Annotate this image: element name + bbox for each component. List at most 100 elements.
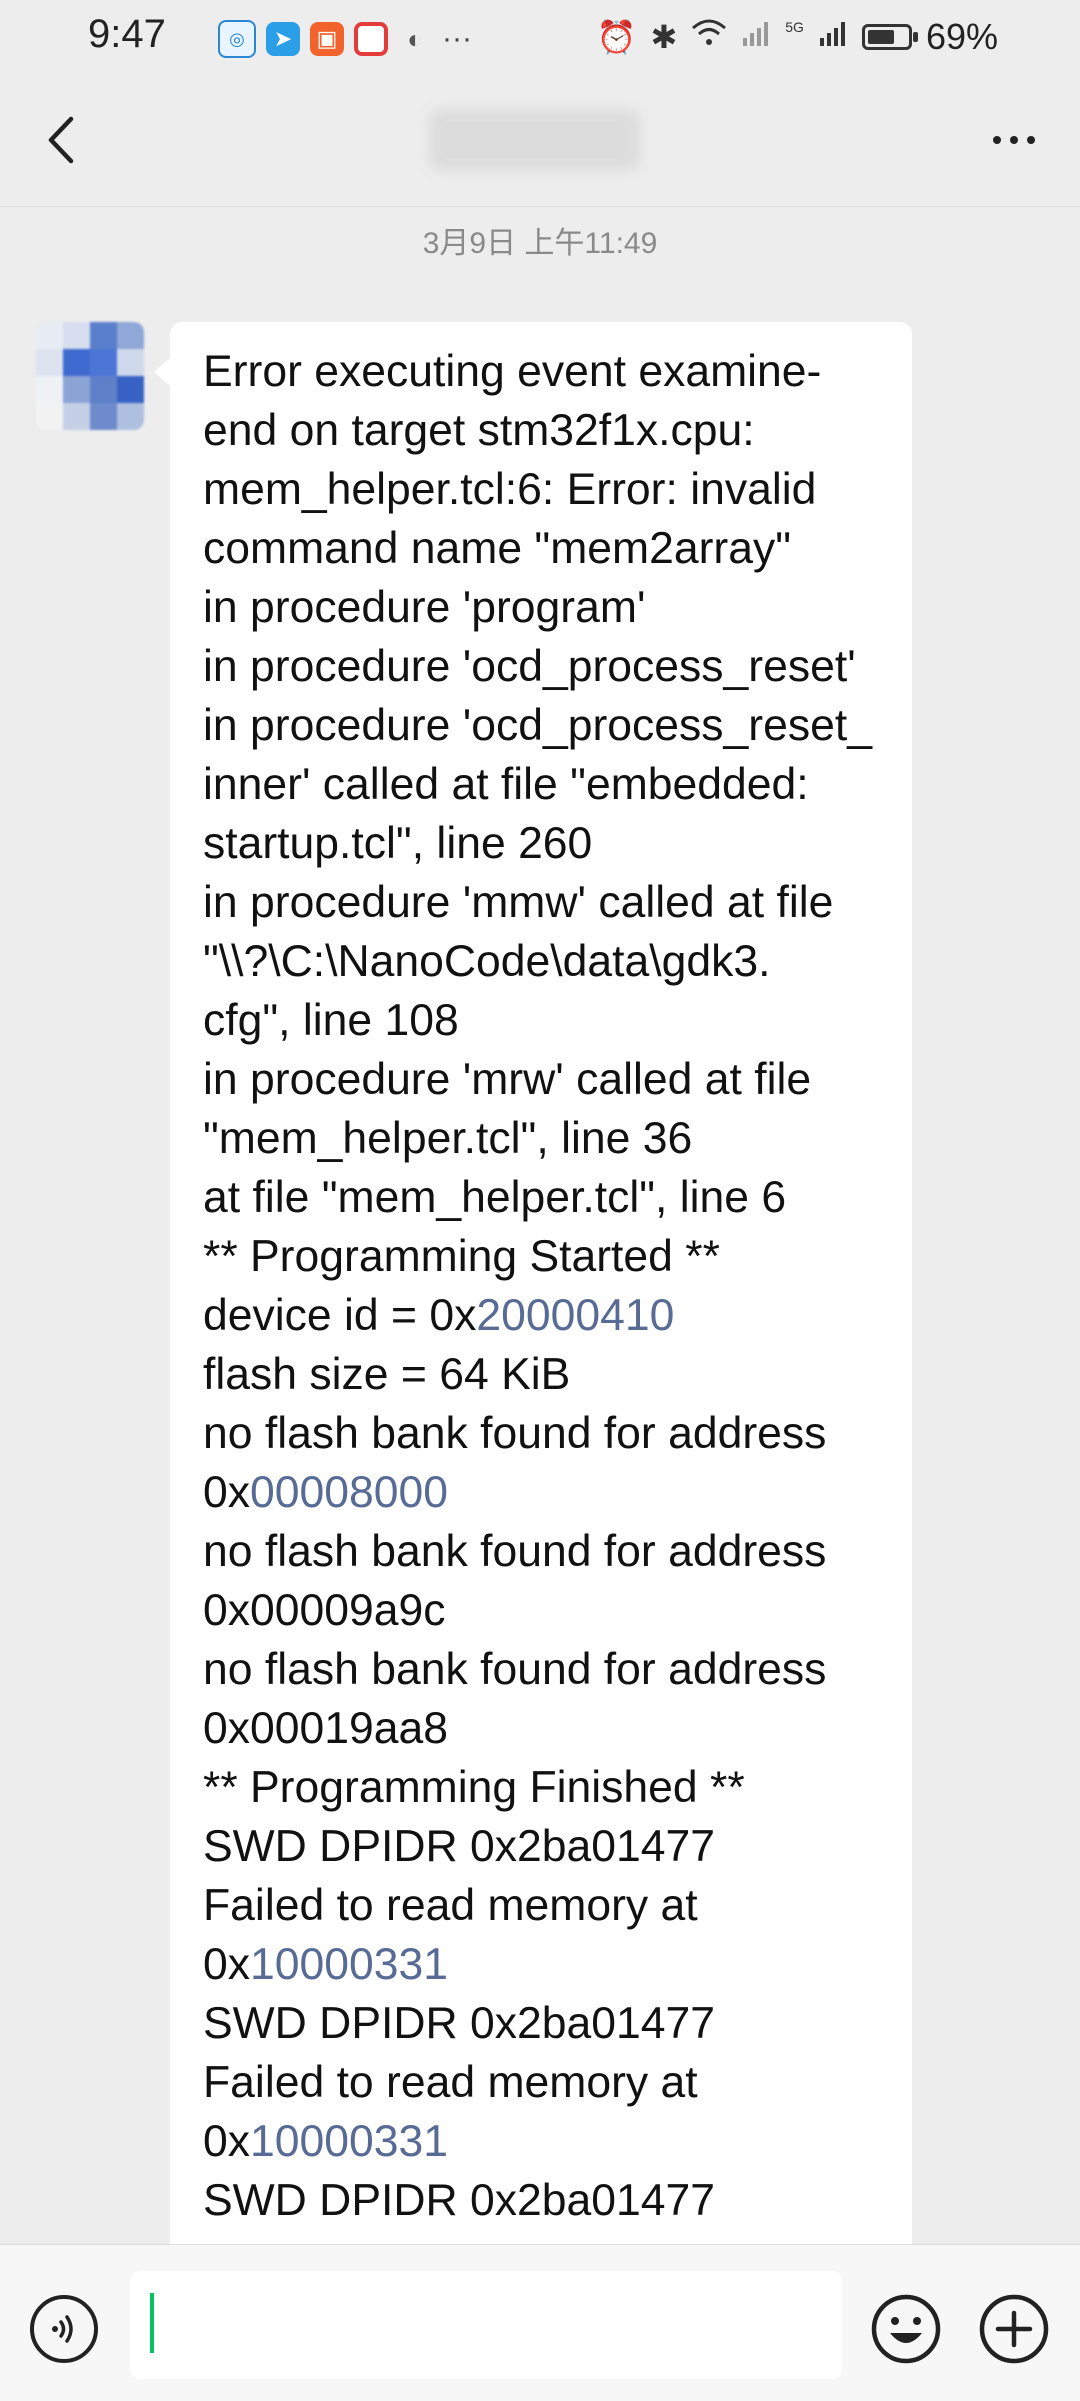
status-time: 9:47 bbox=[88, 12, 166, 56]
message-text-segment: Error executing event examine- bbox=[203, 347, 822, 396]
input-bar bbox=[0, 2244, 1080, 2401]
chat-app-icon: ◎ bbox=[218, 20, 256, 58]
signal-icon-1 bbox=[741, 18, 771, 56]
message-text-segment: in procedure 'mmw' called at file bbox=[203, 878, 834, 927]
avatar[interactable] bbox=[36, 322, 144, 430]
message-line: flash size = 64 KiB bbox=[203, 1345, 882, 1404]
message-line: SWD DPIDR 0x2ba01477 bbox=[203, 2171, 882, 2230]
message-line: Error executing event examine- bbox=[203, 342, 882, 401]
message-text-segment: "mem_helper.tcl", line 36 bbox=[203, 1114, 693, 1163]
message-line: no flash bank found for address bbox=[203, 1404, 882, 1463]
message-text-segment: SWD DPIDR 0x2ba01477 bbox=[203, 1822, 715, 1871]
emoji-button[interactable] bbox=[870, 2293, 942, 2365]
overflow-indicator: ··· bbox=[442, 22, 472, 55]
message-line: Failed to read memory at bbox=[203, 1876, 882, 1935]
signal-icon-2 bbox=[818, 18, 848, 56]
message-text-segment: in procedure 'ocd_process_reset' bbox=[203, 642, 856, 691]
notification-icons: ◎ ➤ ▣ ◐ ··· bbox=[218, 20, 472, 58]
message-text: Error executing event examine-end on tar… bbox=[203, 342, 882, 2230]
message-line: SWD DPIDR 0x2ba01477 bbox=[203, 1817, 882, 1876]
message-text-segment: ** Programming Finished ** bbox=[203, 1763, 745, 1812]
message-text-segment: in procedure 'mrw' called at file bbox=[203, 1055, 812, 1104]
message-line: 0x10000331 bbox=[203, 1935, 882, 1994]
message-line: in procedure 'ocd_process_reset' bbox=[203, 637, 882, 696]
message-text-segment: inner' called at file "embedded: bbox=[203, 760, 809, 809]
message-text-segment: no flash bank found for address bbox=[203, 1409, 827, 1458]
message-line: at file "mem_helper.tcl", line 6 bbox=[203, 1168, 882, 1227]
message-line: command name "mem2array" bbox=[203, 519, 882, 578]
battery-fill bbox=[867, 30, 895, 44]
system-indicators: ⏰ ✱ 5G 69% bbox=[597, 16, 998, 58]
message-text-segment: 0x bbox=[203, 2117, 250, 2166]
message-line: ** Programming Started ** bbox=[203, 1227, 882, 1286]
message-timestamp: 3月9日 上午11:49 bbox=[422, 227, 658, 260]
message-text-segment: command name "mem2array" bbox=[203, 524, 792, 573]
back-button[interactable] bbox=[30, 110, 90, 170]
telegram-icon: ➤ bbox=[266, 22, 300, 56]
message-text-segment: 0x00009a9c bbox=[203, 1586, 446, 1635]
message-text-segment: 0x bbox=[203, 1940, 250, 1989]
more-dots-icon bbox=[993, 136, 1001, 144]
plus-button[interactable] bbox=[978, 2293, 1050, 2365]
message-text-segment: Failed to read memory at bbox=[203, 1881, 698, 1930]
message-text-segment: no flash bank found for address bbox=[203, 1527, 827, 1576]
message-line: in procedure 'program' bbox=[203, 578, 882, 637]
bluetooth-icon: ✱ bbox=[650, 19, 678, 55]
message-input[interactable] bbox=[130, 2271, 842, 2379]
message-text-segment: cfg", line 108 bbox=[203, 996, 459, 1045]
message-line: in procedure 'mmw' called at file bbox=[203, 873, 882, 932]
chat-title bbox=[430, 110, 640, 170]
message-text-segment: SWD DPIDR 0x2ba01477 bbox=[203, 1999, 715, 2048]
message-line: no flash bank found for address bbox=[203, 1640, 882, 1699]
number-link[interactable]: 00008000 bbox=[250, 1468, 448, 1517]
message-line: device id = 0x20000410 bbox=[203, 1286, 882, 1345]
chat-header bbox=[0, 80, 1080, 207]
message-text-segment: in procedure 'program' bbox=[203, 583, 646, 632]
message-line: mem_helper.tcl:6: Error: invalid bbox=[203, 460, 882, 519]
more-button[interactable] bbox=[984, 120, 1044, 160]
message-line: Failed to read memory at bbox=[203, 2053, 882, 2112]
wifi-icon bbox=[691, 18, 727, 56]
emoji-icon bbox=[871, 2294, 941, 2364]
message-line: 0x00008000 bbox=[203, 1463, 882, 1522]
message-text-segment: SWD DPIDR 0x2ba01477 bbox=[203, 2176, 715, 2225]
message-line: "mem_helper.tcl", line 36 bbox=[203, 1109, 882, 1168]
plus-icon bbox=[979, 2294, 1049, 2364]
message-text-segment: in procedure 'ocd_process_reset_ bbox=[203, 701, 872, 750]
shop-app-icon: ▣ bbox=[310, 22, 344, 56]
message-line: SWD DPIDR 0x2ba01477 bbox=[203, 1994, 882, 2053]
more-dot bbox=[1027, 136, 1035, 144]
message-text-segment: flash size = 64 KiB bbox=[203, 1350, 571, 1399]
status-bar: 9:47 ◎ ➤ ▣ ◐ ··· ⏰ ✱ 5G 69% bbox=[0, 0, 1080, 80]
message-line: no flash bank found for address bbox=[203, 1522, 882, 1581]
number-link[interactable]: 20000410 bbox=[476, 1291, 674, 1340]
message-text-segment: Failed to read memory at bbox=[203, 2058, 698, 2107]
message-line: cfg", line 108 bbox=[203, 991, 882, 1050]
voice-button[interactable] bbox=[30, 2295, 98, 2363]
message-bubble[interactable]: Error executing event examine-end on tar… bbox=[154, 322, 912, 2272]
red-app-icon bbox=[354, 22, 388, 56]
message-line: "\\?\C:\NanoCode\data\gdk3. bbox=[203, 932, 882, 991]
more-dot bbox=[1010, 136, 1018, 144]
message-line: in procedure 'ocd_process_reset_ bbox=[203, 696, 882, 755]
message-line: ** Programming Finished ** bbox=[203, 1758, 882, 1817]
message-text-segment: end on target stm32f1x.cpu: bbox=[203, 406, 755, 455]
number-link[interactable]: 10000331 bbox=[250, 2117, 448, 2166]
message-text-segment: 0x bbox=[203, 1468, 250, 1517]
back-chevron-icon bbox=[48, 116, 74, 164]
text-caret bbox=[150, 2293, 154, 2353]
number-link[interactable]: 10000331 bbox=[250, 1940, 448, 1989]
voice-input-icon bbox=[52, 2315, 73, 2343]
message-text-segment: device id = 0x bbox=[203, 1291, 477, 1340]
message-line: end on target stm32f1x.cpu: bbox=[203, 401, 882, 460]
network-type: 5G bbox=[785, 19, 804, 35]
battery-percent: 69% bbox=[925, 16, 998, 57]
message-line: 0x10000331 bbox=[203, 2112, 882, 2171]
message-line: startup.tcl", line 260 bbox=[203, 814, 882, 873]
message-text-segment: mem_helper.tcl:6: Error: invalid bbox=[203, 465, 817, 514]
message-text-segment: "\\?\C:\NanoCode\data\gdk3. bbox=[203, 937, 771, 986]
battery-icon bbox=[861, 24, 918, 50]
message-line: inner' called at file "embedded: bbox=[203, 755, 882, 814]
message-text-segment: 0x00019aa8 bbox=[203, 1704, 448, 1753]
message-text-segment: ** Programming Started ** bbox=[203, 1232, 720, 1281]
